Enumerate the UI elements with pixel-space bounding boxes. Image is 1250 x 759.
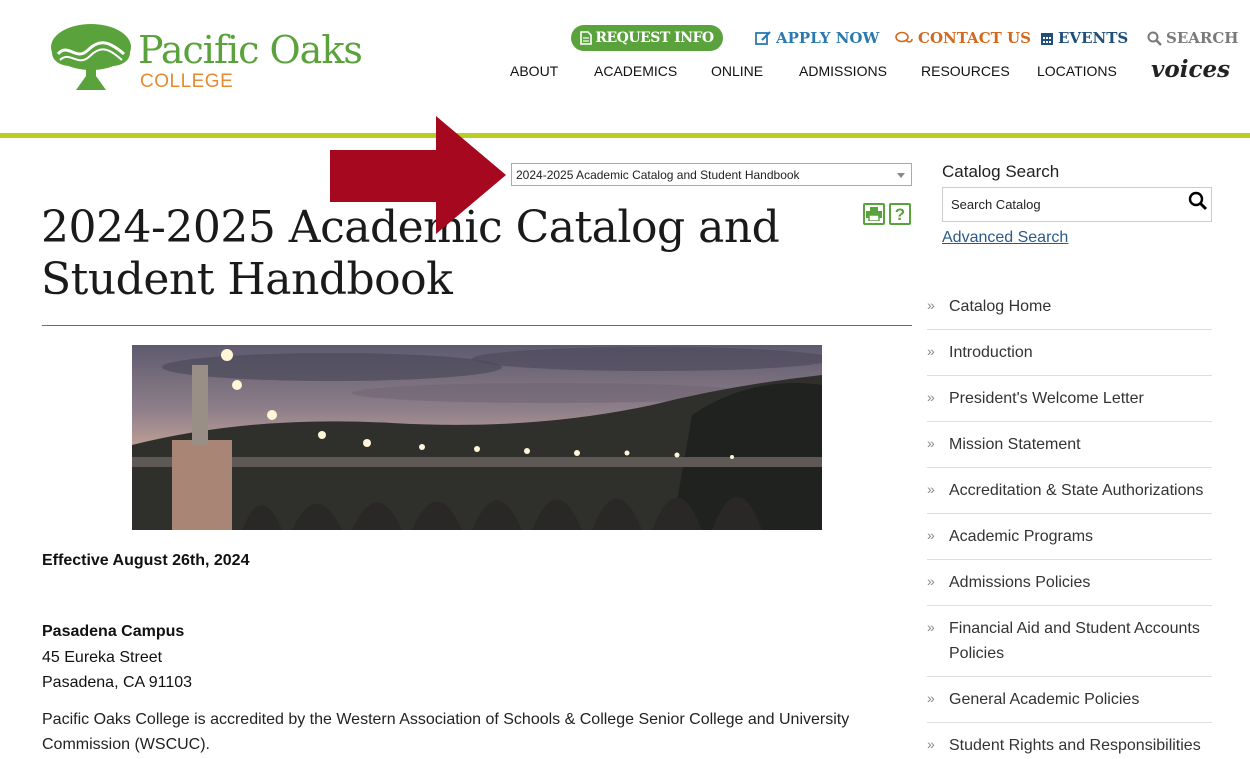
college-logo[interactable]: Pacific Oaks COLLEGE [50,18,380,98]
oak-tree-icon [51,24,131,90]
title-divider [42,325,912,326]
chevron-right-icon: » [927,389,935,405]
side-nav-label: Accreditation & State Authorizations [949,482,1204,499]
catalog-select-value: 2024-2025 Academic Catalog and Student H… [516,168,800,182]
chevron-right-icon: » [927,619,935,635]
nav-resources[interactable]: RESOURCES [921,63,1010,79]
chevron-right-icon: » [927,527,935,543]
chevron-right-icon: » [927,736,935,752]
side-nav-label: Student Rights and Responsibilities [949,737,1201,754]
chevron-right-icon: » [927,481,935,497]
side-nav-label: General Academic Policies [949,691,1140,708]
voices-link[interactable]: voices [1151,56,1230,83]
logo-subtitle: COLLEGE [140,71,234,92]
search-label: SEARCH [1166,29,1239,47]
edit-icon [755,31,771,45]
side-nav-item[interactable]: » Catalog Home [927,284,1212,330]
catalog-search-heading: Catalog Search [942,162,1060,181]
catalog-search-box [942,187,1212,222]
request-info-label: REQUEST INFO [595,30,714,46]
hero-bridge-image [132,345,822,530]
side-nav-item[interactable]: » Student Rights and Responsibilities [927,723,1212,759]
search-icon[interactable] [1187,190,1209,212]
header-divider [0,133,1250,138]
advanced-search-link[interactable]: Advanced Search [942,229,1068,247]
side-nav-label: Academic Programs [949,528,1094,545]
catalog-side-nav: » Catalog Home » Introduction » President's… [927,284,1212,759]
search-icon [1147,31,1162,46]
chevron-right-icon: » [927,297,935,313]
chevron-right-icon: » [927,435,935,451]
side-nav-label: Catalog Home [949,298,1052,315]
side-nav-label: Financial Aid and Student Accounts Polic… [949,620,1200,662]
help-icon[interactable]: ? [889,203,911,225]
side-nav-item[interactable]: » General Academic Policies [927,677,1212,723]
side-nav-item[interactable]: » Introduction [927,330,1212,376]
campus-name: Pasadena Campus [42,623,185,640]
logo-title: Pacific Oaks [138,28,363,72]
events-label: EVENTS [1058,29,1129,47]
chevron-right-icon: » [927,573,935,589]
chevron-right-icon: » [927,343,935,359]
contact-us-label: CONTACT US [918,29,1031,47]
apply-now-label: APPLY NOW [776,29,880,47]
side-nav-label: Admissions Policies [949,574,1091,591]
catalog-search-input[interactable] [943,188,1183,221]
side-nav-label: Introduction [949,344,1033,361]
dropdown-caret-icon [897,173,905,178]
address-line-2: Pasadena, CA 91103 [42,674,193,691]
chevron-right-icon: » [927,690,935,706]
address-line-1: 45 Eureka Street [42,649,163,666]
nav-online[interactable]: ONLINE [711,63,763,79]
events-link[interactable]: EVENTS [1040,25,1128,51]
side-nav-label: Mission Statement [949,436,1081,453]
nav-about[interactable]: ABOUT [510,63,558,79]
print-icon[interactable] [863,203,885,225]
side-nav-item[interactable]: » President's Welcome Letter [927,376,1212,422]
calendar-icon [1041,32,1053,45]
apply-now-link[interactable]: APPLY NOW [755,25,879,51]
nav-academics[interactable]: ACADEMICS [594,63,677,79]
chat-icon [895,31,913,43]
nav-locations[interactable]: LOCATIONS [1037,63,1117,79]
catalog-select[interactable]: 2024-2025 Academic Catalog and Student H… [511,163,912,186]
document-icon [580,31,593,45]
side-nav-label: President's Welcome Letter [949,390,1144,407]
effective-date: Effective August 26th, 2024 [42,552,250,569]
side-nav-item[interactable]: » Accreditation & State Authorizations [927,468,1212,514]
request-info-button[interactable]: REQUEST INFO [571,25,723,51]
accreditation-text: Pacific Oaks College is accredited by th… [42,711,850,753]
side-nav-item[interactable]: » Admissions Policies [927,560,1212,606]
contact-us-link[interactable]: CONTACT US [895,25,1031,51]
search-link[interactable]: SEARCH [1147,25,1238,51]
red-arrow-annotation [330,116,506,234]
nav-admissions[interactable]: ADMISSIONS [799,63,887,79]
side-nav-item[interactable]: » Mission Statement [927,422,1212,468]
side-nav-item[interactable]: » Academic Programs [927,514,1212,560]
side-nav-item[interactable]: » Financial Aid and Student Accounts Poli… [927,606,1212,677]
